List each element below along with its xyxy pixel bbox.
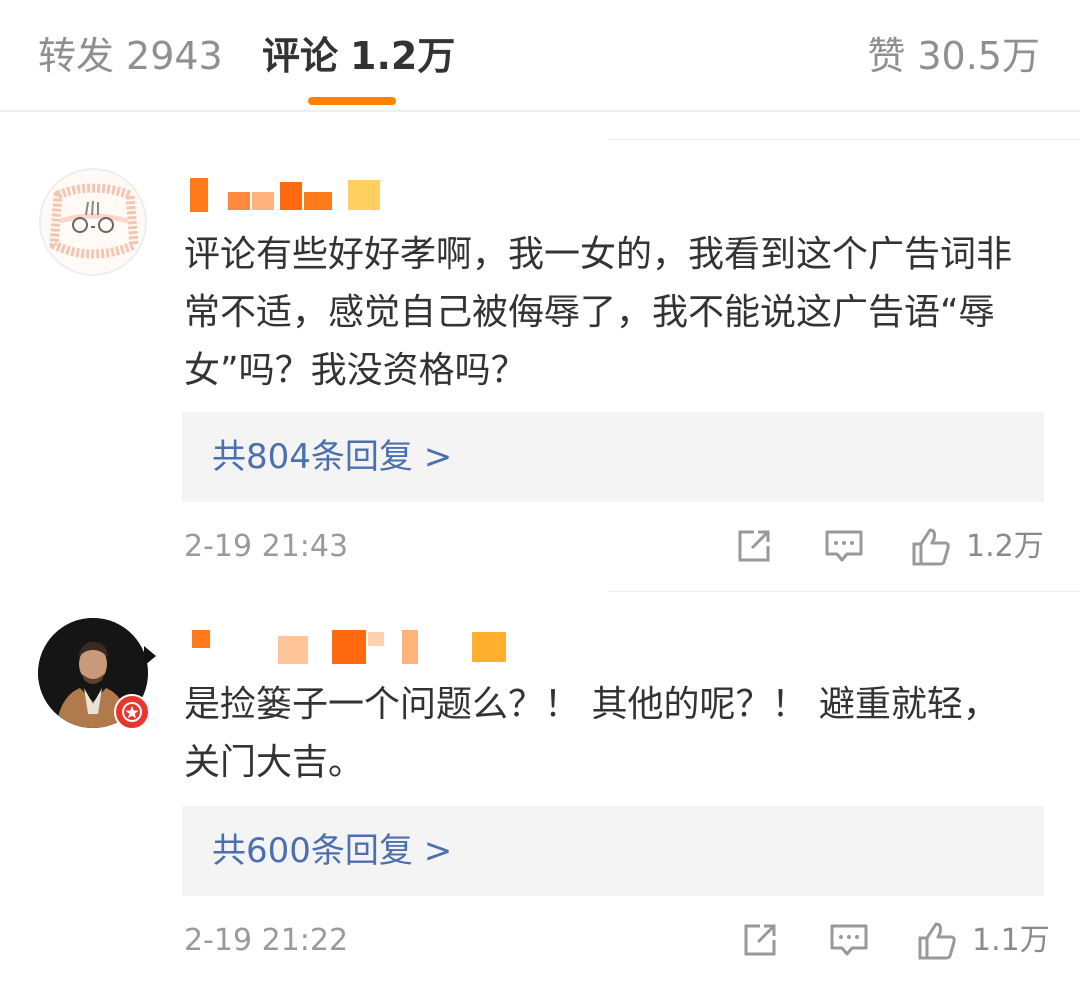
tab-likes[interactable]: 赞 30.5万 xyxy=(867,30,1040,82)
comment-meta: 2-19 21:22 1.1万 xyxy=(0,916,1080,966)
thumbs-up-icon[interactable] xyxy=(910,526,952,572)
active-tab-indicator xyxy=(308,97,396,105)
avatar-corner-mark xyxy=(144,646,156,666)
tab-comments-label: 评论 xyxy=(262,34,339,78)
comment-icon[interactable] xyxy=(828,920,870,964)
cartoon-face-avatar-icon xyxy=(39,168,147,276)
tab-repost-label: 转发 xyxy=(38,34,115,78)
timestamp: 2-19 21:22 xyxy=(184,923,349,958)
like-count: 1.1万 xyxy=(972,923,1050,958)
replies-box[interactable]: 共600条回复 > xyxy=(182,806,1044,896)
tab-likes-count: 30.5万 xyxy=(917,34,1040,78)
tab-repost[interactable]: 转发 2943 xyxy=(38,30,223,82)
replies-link[interactable]: 共600条回复 > xyxy=(212,806,452,896)
replies-link[interactable]: 共804条回复 > xyxy=(212,412,452,502)
tab-comments[interactable]: 评论 1.2万 xyxy=(262,30,455,82)
replies-box[interactable]: 共804条回复 > xyxy=(182,412,1044,502)
share-icon[interactable] xyxy=(740,920,780,964)
tab-comments-count: 1.2万 xyxy=(350,34,456,78)
tab-repost-count: 2943 xyxy=(126,34,223,78)
comment-meta: 2-19 21:43 1.2万 xyxy=(0,522,1080,572)
like-count: 1.2万 xyxy=(966,529,1044,564)
timestamp: 2-19 21:43 xyxy=(184,529,349,564)
tab-likes-label: 赞 xyxy=(867,34,906,78)
divider xyxy=(608,139,1080,140)
verified-badge-icon xyxy=(114,694,150,730)
divider xyxy=(608,591,1080,592)
username-redacted[interactable] xyxy=(190,178,390,214)
comment-text: 是捡篓子一个问题么？！ 其他的呢？！ 避重就轻，关门大吉。 xyxy=(184,684,999,783)
comment-tabs: 转发 2943 评论 1.2万 赞 30.5万 xyxy=(0,0,1080,112)
comment-text: 评论有些好好孝啊，我一女的，我看到这个广告词非常不适，感觉自己被侮辱了，我不能说… xyxy=(184,234,1013,391)
comment-icon[interactable] xyxy=(823,526,865,570)
user-avatar[interactable] xyxy=(38,167,148,277)
username-redacted[interactable] xyxy=(192,630,512,666)
share-icon[interactable] xyxy=(734,526,774,570)
thumbs-up-icon[interactable] xyxy=(916,920,958,966)
